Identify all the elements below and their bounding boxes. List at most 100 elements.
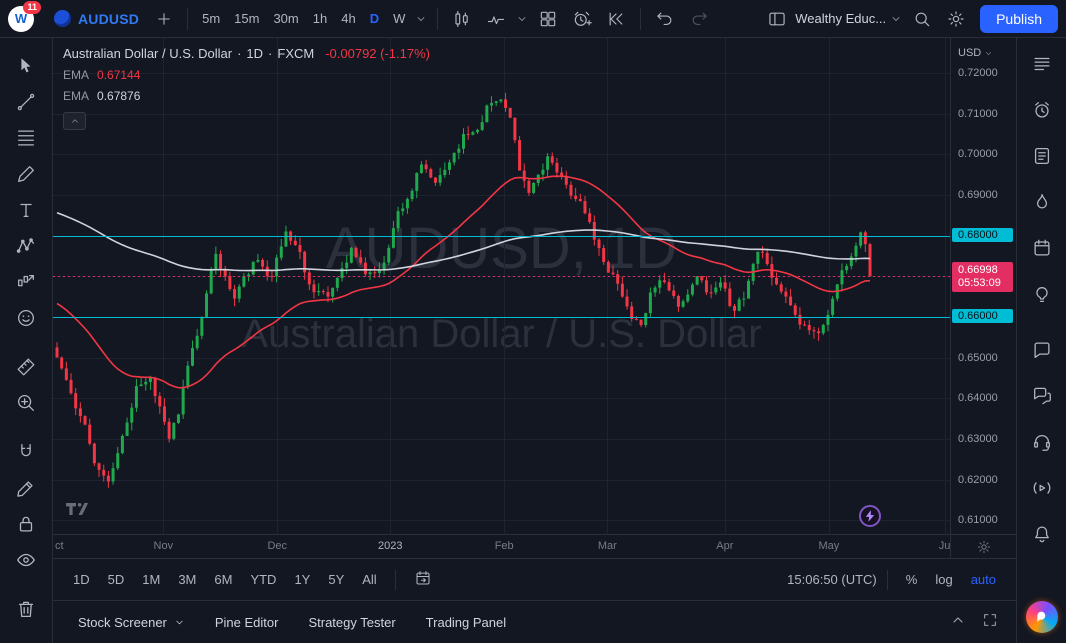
interval-4h[interactable]: 4h [335, 7, 361, 30]
indicators-menu-button[interactable] [514, 9, 530, 29]
layout-save-button[interactable] [761, 5, 793, 33]
news-icon [1034, 148, 1049, 164]
time-axis[interactable]: ct Nov Dec 2023 Feb Mar Apr May Ju [53, 534, 950, 558]
alert-price-tag[interactable]: 0.66000 [952, 308, 1013, 323]
open-panel-button[interactable] [942, 608, 974, 637]
notifications-button[interactable] [1025, 522, 1059, 546]
alerts-button[interactable] [1025, 98, 1059, 122]
interval-30m[interactable]: 30m [267, 7, 304, 30]
assistant-button[interactable] [1025, 601, 1058, 633]
chart-properties-button[interactable] [940, 5, 972, 33]
streams-button[interactable] [1025, 430, 1059, 454]
hide-tool-button[interactable] [9, 546, 43, 574]
text-tool-button[interactable] [9, 196, 43, 224]
range-1d-button[interactable]: 1D [65, 567, 98, 592]
layout-grid-button[interactable] [532, 5, 564, 33]
lock-tool-button[interactable] [9, 510, 43, 538]
symbol-name: AUDUSD [78, 10, 140, 27]
price-axis-currency-button[interactable]: USD [958, 47, 993, 59]
hotlists-button[interactable] [1025, 190, 1059, 214]
forecast-tool-button[interactable] [9, 268, 43, 296]
compare-add-button[interactable] [149, 6, 179, 32]
interval-1d[interactable]: D [364, 7, 385, 30]
videos-button[interactable] [1025, 476, 1059, 500]
price-axis[interactable]: USD 0.72000 0.71000 0.70000 0.69000 0.68000 0… [950, 38, 1016, 534]
tradingview-logo[interactable] [65, 501, 93, 522]
ema-indicator-row[interactable]: EMA 0.67876 [63, 89, 430, 103]
range-ytd-button[interactable]: YTD [242, 567, 284, 592]
create-alert-button[interactable] [566, 5, 598, 33]
candles-icon [455, 10, 469, 27]
range-5d-button[interactable]: 5D [100, 567, 133, 592]
user-avatar[interactable]: W 11 [8, 0, 41, 32]
draw-tool-button[interactable] [9, 474, 43, 502]
ideas-button[interactable] [1025, 282, 1059, 306]
log-scale-button[interactable]: log [927, 567, 960, 592]
goto-date-button[interactable] [406, 564, 440, 595]
undo-button[interactable] [649, 5, 681, 33]
chart-legend: Australian Dollar / U.S. Dollar · 1D · F… [63, 46, 430, 130]
replay-icon [609, 12, 623, 25]
chart-type-button[interactable] [446, 5, 478, 33]
interval-5m[interactable]: 5m [196, 7, 226, 30]
maximize-panel-button[interactable] [974, 608, 1006, 637]
price-axis-label: 0.64000 [958, 392, 998, 405]
percent-scale-button[interactable]: % [898, 567, 926, 592]
brush-tool-button[interactable] [9, 160, 43, 188]
layout-menu-button[interactable] [888, 9, 904, 29]
range-1y-button[interactable]: 1Y [286, 567, 318, 592]
tab-trading-panel[interactable]: Trading Panel [411, 608, 521, 637]
interval-15m[interactable]: 15m [228, 7, 265, 30]
bar-replay-button[interactable] [600, 5, 632, 33]
toolbar-right: Wealthy Educ... Publish [761, 4, 1058, 33]
indicators-button[interactable] [480, 5, 512, 33]
chart-column: AUDUSD, 1D Australian Dollar / U.S. Doll… [53, 38, 1016, 643]
streams-icon [1033, 434, 1050, 451]
alerts-icon [1034, 102, 1049, 118]
range-5y-button[interactable]: 5Y [320, 567, 352, 592]
trend-line-tool-button[interactable] [9, 88, 43, 116]
alert-price-tag[interactable]: 0.68000 [952, 227, 1013, 242]
symbol-search-button[interactable]: AUDUSD [46, 6, 147, 31]
news-button[interactable] [1025, 144, 1059, 168]
zoom-in-tool-button[interactable] [9, 389, 43, 417]
tab-strategy-tester[interactable]: Strategy Tester [293, 608, 410, 637]
legend-title-row[interactable]: Australian Dollar / U.S. Dollar · 1D · F… [63, 46, 430, 61]
interval-1h[interactable]: 1h [307, 7, 333, 30]
event-marker[interactable] [859, 505, 881, 527]
price-axis-label: 0.62000 [958, 473, 998, 486]
remove-drawings-button[interactable] [9, 595, 43, 623]
cursor-tool-button[interactable] [9, 52, 43, 80]
measure-tool-button[interactable] [9, 353, 43, 381]
xabcd-pattern-tool-button[interactable] [9, 232, 43, 260]
legend-separator: · [268, 46, 273, 61]
interval-1w[interactable]: W [387, 7, 411, 30]
private-chat-button[interactable] [1025, 384, 1059, 408]
fib-retracement-tool-button[interactable] [9, 124, 43, 152]
layout-name[interactable]: Wealthy Educ... [795, 11, 886, 26]
emoji-tool-button[interactable] [9, 304, 43, 332]
watchlist-button[interactable] [1025, 52, 1059, 76]
calendar-button[interactable] [1025, 236, 1059, 260]
brush-icon [18, 166, 34, 182]
range-all-button[interactable]: All [354, 567, 384, 592]
range-6m-button[interactable]: 6M [206, 567, 240, 592]
tab-stock-screener[interactable]: Stock Screener [63, 608, 200, 637]
range-1m-button[interactable]: 1M [134, 567, 168, 592]
fib-retracement-icon [18, 130, 34, 146]
redo-button[interactable] [683, 5, 715, 33]
publish-button[interactable]: Publish [980, 4, 1058, 33]
notification-badge: 11 [23, 0, 41, 14]
legend-separator: · [237, 46, 242, 61]
settings-gear-icon[interactable] [976, 539, 992, 555]
tab-label: Pine Editor [214, 614, 279, 630]
magnet-tool-button[interactable] [9, 438, 43, 466]
range-3m-button[interactable]: 3M [170, 567, 204, 592]
ema-indicator-row[interactable]: EMA 0.67144 [63, 68, 430, 82]
quick-search-button[interactable] [906, 5, 938, 33]
chat-button[interactable] [1025, 338, 1059, 362]
interval-menu-button[interactable] [413, 9, 429, 29]
legend-collapse-button[interactable] [63, 112, 86, 130]
auto-scale-button[interactable]: auto [963, 567, 1004, 592]
tab-pine-editor[interactable]: Pine Editor [200, 608, 294, 637]
